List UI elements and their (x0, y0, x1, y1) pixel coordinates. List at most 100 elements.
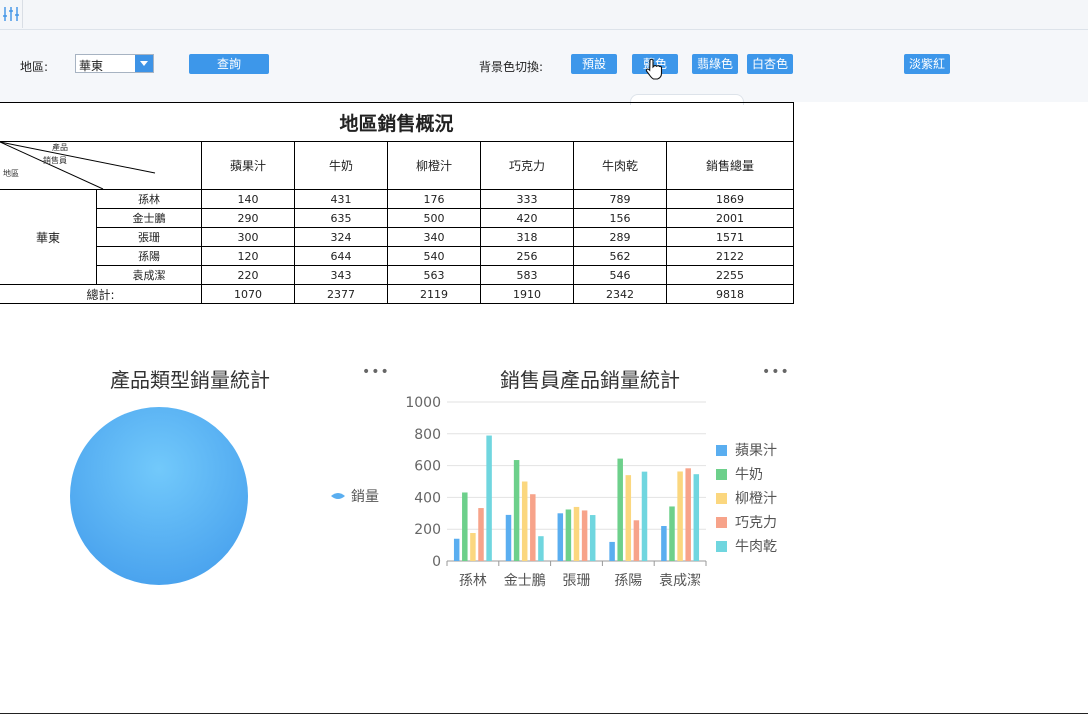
data-cell: 256 (480, 246, 574, 266)
data-cell: 1571 (666, 227, 794, 247)
data-cell: 333 (480, 189, 574, 209)
col-header: 巧克力 (480, 141, 574, 190)
total-cell: 2342 (573, 284, 667, 304)
bar-巧克力 (633, 520, 640, 561)
data-cell: 789 (573, 189, 667, 209)
data-cell: 300 (201, 227, 295, 247)
data-cell: 220 (201, 265, 295, 285)
y-tick-label: 600 (414, 459, 441, 475)
hand-cursor-icon (645, 58, 663, 84)
data-cell: 1869 (666, 189, 794, 209)
col-header: 蘋果汁 (201, 141, 295, 190)
data-cell: 290 (201, 208, 295, 228)
corner-header-cell: 產品 銷售員 地區 (0, 141, 202, 190)
region-cell: 華東 (0, 189, 97, 285)
y-tick-label: 1000 (405, 395, 441, 411)
bar-巧克力 (530, 494, 536, 561)
data-cell: 635 (294, 208, 388, 228)
data-cell: 500 (387, 208, 481, 228)
bg-switch-label: 背景色切換: (479, 60, 544, 74)
bg-lavender-button[interactable]: 淡紫紅 (904, 54, 950, 74)
sales-report-table: 地區銷售概況 產品 銷售員 地區 蘋果汁 牛奶 柳橙汁 巧克力 牛肉乾 銷售總量… (0, 102, 794, 304)
bar-柳橙汁 (573, 506, 580, 561)
bg-apricot-button[interactable]: 白杏色 (747, 54, 793, 74)
more-options-icon[interactable]: ••• (762, 364, 790, 380)
data-cell: 540 (387, 246, 481, 266)
legend-swatch (716, 493, 727, 504)
legend-label: 巧克力 (735, 515, 777, 531)
pie-chart: 銷量 (70, 407, 379, 585)
data-cell: 324 (294, 227, 388, 247)
bar-蘋果汁 (505, 514, 512, 561)
total-cell: 9818 (666, 284, 794, 304)
x-tick-label: 孫陽 (614, 573, 642, 589)
col-header: 柳橙汁 (387, 141, 481, 190)
data-cell: 156 (573, 208, 667, 228)
y-tick-label: 200 (414, 522, 441, 538)
query-button[interactable]: 查詢 (189, 54, 269, 74)
corner-salesperson-label: 銷售員 (43, 156, 67, 165)
col-header: 牛肉乾 (573, 141, 667, 190)
data-cell: 563 (387, 265, 481, 285)
legend-marker (331, 493, 345, 499)
x-tick-label: 袁成潔 (659, 573, 701, 589)
bar-牛肉乾 (486, 435, 492, 561)
total-cell: 1070 (201, 284, 295, 304)
region-label: 地區: (20, 60, 49, 74)
bar-巧克力 (478, 508, 484, 561)
salesperson-cell: 孫林 (96, 189, 202, 209)
bg-green-button[interactable]: 翡綠色 (692, 54, 738, 74)
col-header: 牛奶 (294, 141, 388, 190)
data-cell: 140 (201, 189, 295, 209)
bottom-border (0, 713, 1088, 714)
report-title: 地區銷售概況 (0, 102, 794, 142)
bar-牛奶 (669, 506, 675, 561)
bar-柳橙汁 (625, 475, 632, 561)
bar-牛肉乾 (641, 471, 648, 561)
total-label-cell: 總計: (0, 284, 202, 304)
bar-牛奶 (513, 460, 520, 561)
total-cell: 1910 (480, 284, 574, 304)
x-tick-label: 孫林 (459, 573, 487, 589)
region-select-value: 華東 (79, 59, 104, 73)
salesperson-cell: 孫陽 (96, 246, 202, 266)
y-tick-label: 400 (414, 490, 441, 506)
x-tick-label: 張珊 (563, 573, 591, 589)
y-tick-label: 0 (432, 554, 441, 570)
data-cell: 546 (573, 265, 667, 285)
data-cell: 176 (387, 189, 481, 209)
data-cell: 340 (387, 227, 481, 247)
data-cell: 644 (294, 246, 388, 266)
data-cell: 289 (573, 227, 667, 247)
x-tick-label: 金士鵬 (504, 573, 546, 589)
settings-sliders-icon[interactable] (0, 0, 23, 28)
bar-蘋果汁 (453, 538, 460, 561)
bg-default-button[interactable]: 預設 (571, 54, 617, 74)
data-cell: 343 (294, 265, 388, 285)
bar-柳橙汁 (470, 533, 476, 561)
data-cell: 583 (480, 265, 574, 285)
legend-swatch (716, 541, 727, 552)
pie-slice (70, 407, 248, 585)
legend-label: 牛肉乾 (735, 539, 777, 555)
data-cell: 120 (201, 246, 295, 266)
salesperson-cell: 張珊 (96, 227, 202, 247)
bar-柳橙汁 (677, 471, 683, 561)
bar-巧克力 (581, 510, 588, 561)
data-cell: 431 (294, 189, 388, 209)
region-select[interactable]: 華東 (75, 54, 154, 73)
more-options-icon[interactable]: ••• (362, 364, 390, 380)
bar-蘋果汁 (661, 526, 667, 561)
bar-牛奶 (565, 509, 572, 561)
corner-region-label: 地區 (3, 169, 19, 178)
bar-牛奶 (617, 458, 623, 561)
data-cell: 562 (573, 246, 667, 266)
chevron-down-icon[interactable] (135, 55, 153, 72)
bar-chart: 0 200 400 600 800 1000 孫林 金士鵬 張珊 孫陽 袁成潔 蘋果汁牛奶柳橙汁巧克力… (405, 395, 777, 589)
total-cell: 2119 (387, 284, 481, 304)
legend-swatch (716, 445, 727, 456)
bar-巧克力 (685, 468, 691, 561)
legend-label: 柳橙汁 (735, 490, 777, 507)
total-cell: 2377 (294, 284, 388, 304)
bar-牛肉乾 (538, 536, 544, 561)
